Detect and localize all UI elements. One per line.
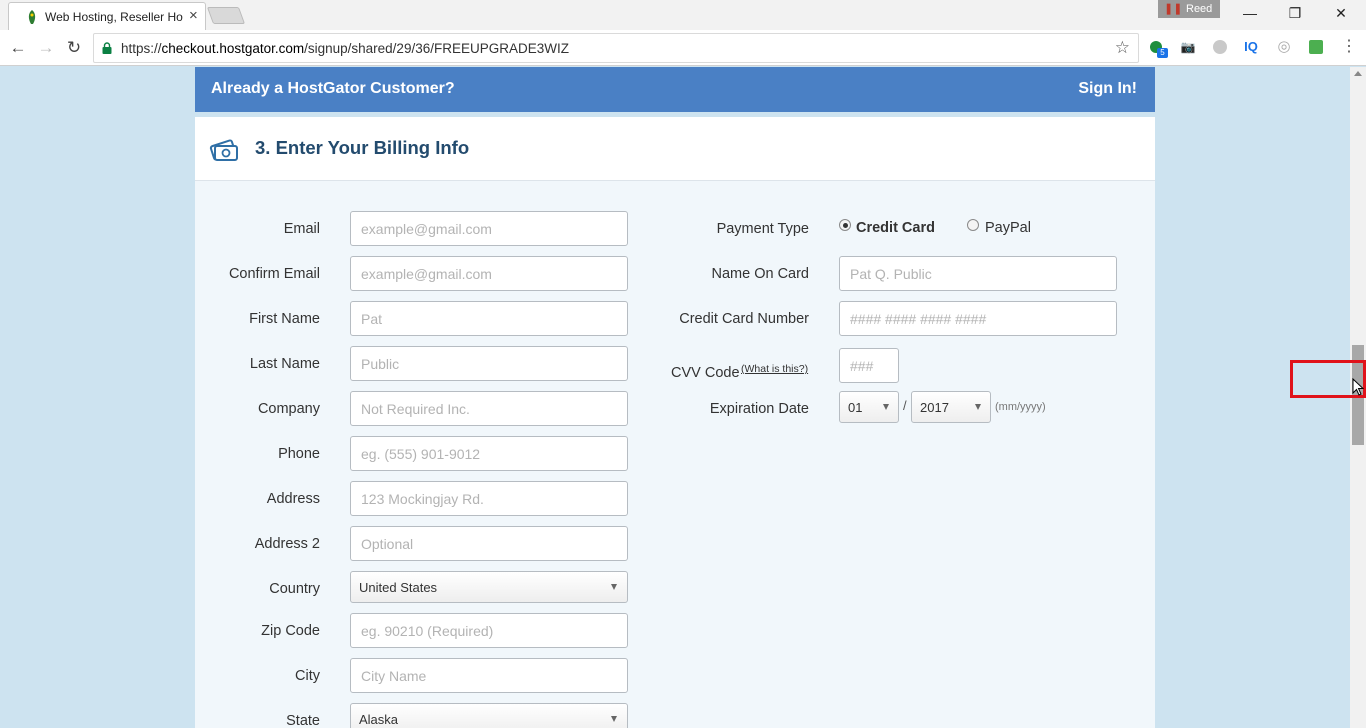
expiration-month-select[interactable]: 01: [839, 391, 899, 423]
address2-field[interactable]: [350, 526, 628, 561]
minimize-button[interactable]: —: [1240, 5, 1260, 21]
hostgator-favicon-icon: [28, 10, 36, 24]
extension-badge: 5: [1157, 48, 1168, 58]
chevron-down-icon: [883, 404, 889, 410]
confirm-email-label: Confirm Email: [228, 266, 320, 282]
card-number-label: Credit Card Number: [679, 311, 809, 327]
company-field[interactable]: [350, 391, 628, 426]
state-select[interactable]: Alaska: [350, 703, 628, 728]
paypal-radio[interactable]: [967, 219, 979, 231]
swirl-icon[interactable]: ◎: [1275, 38, 1293, 56]
country-label: Country: [269, 581, 320, 597]
email-label: Email: [283, 221, 320, 237]
tab-title: Web Hosting, Reseller Ho: [45, 10, 183, 24]
lock-icon: [102, 42, 112, 54]
credit-card-label[interactable]: Credit Card: [856, 220, 935, 236]
mouse-cursor-icon: [1352, 378, 1364, 396]
billing-form: Email Confirm Email First Name Last Name…: [195, 181, 1155, 728]
address-bar[interactable]: https://checkout.hostgator.com/signup/sh…: [93, 33, 1139, 63]
url-path: /signup/shared/29/36/FREEUPGRADE3WIZ: [304, 41, 569, 56]
chevron-down-icon: [975, 404, 981, 410]
zip-code-field[interactable]: [350, 613, 628, 648]
browser-titlebar: Web Hosting, Reseller Ho × ❚❚ Reed — ❐ ✕: [0, 0, 1366, 30]
green-badge-icon[interactable]: 5: [1147, 38, 1168, 58]
reload-icon[interactable]: ↻: [64, 38, 84, 58]
iq-icon[interactable]: IQ: [1242, 38, 1260, 56]
email-field[interactable]: [350, 211, 628, 246]
billing-cash-icon: [209, 139, 238, 161]
payment-type-label: Payment Type: [716, 221, 809, 237]
browser-tab[interactable]: Web Hosting, Reseller Ho ×: [8, 2, 206, 30]
confirm-email-field[interactable]: [350, 256, 628, 291]
sign-in-link[interactable]: Sign In!: [1078, 80, 1137, 98]
cvv-help-link[interactable]: (What is this?): [741, 363, 808, 375]
paypal-label[interactable]: PayPal: [985, 220, 1031, 236]
date-separator: /: [903, 398, 907, 413]
cvv-label: CVV Code: [671, 365, 740, 381]
billing-section-header: 3. Enter Your Billing Info: [195, 117, 1155, 181]
first-name-field[interactable]: [350, 301, 628, 336]
name-on-card-field[interactable]: [839, 256, 1117, 291]
restore-button[interactable]: ❐: [1285, 5, 1305, 22]
url-prefix: https://: [121, 41, 162, 56]
zip-code-label: Zip Code: [261, 623, 320, 639]
url-text: https://checkout.hostgator.com/signup/sh…: [121, 41, 569, 56]
credit-card-radio[interactable]: [839, 219, 851, 231]
customer-prompt: Already a HostGator Customer?: [211, 80, 455, 97]
forward-icon[interactable]: →: [36, 38, 56, 58]
address2-label: Address 2: [254, 536, 320, 552]
browser-toolbar: ← → ↻ https://checkout.hostgator.com/sig…: [0, 30, 1366, 66]
chevron-down-icon: [611, 716, 617, 722]
existing-customer-bar: Already a HostGator Customer? Sign In!: [195, 67, 1155, 112]
pause-icon: ❚❚: [1164, 3, 1183, 15]
first-name-label: First Name: [249, 311, 320, 327]
country-select[interactable]: United States: [350, 571, 628, 603]
card-number-field[interactable]: [839, 301, 1117, 336]
camera-icon[interactable]: 📷: [1179, 38, 1197, 56]
profile-name: Reed: [1186, 3, 1213, 15]
state-label: State: [286, 713, 320, 728]
last-name-field[interactable]: [350, 346, 628, 381]
country-value: United States: [359, 580, 438, 595]
close-window-button[interactable]: ✕: [1331, 5, 1351, 22]
gray-extension-icon[interactable]: [1211, 38, 1229, 56]
date-format-hint: (mm/yyyy): [995, 401, 1046, 413]
tab-close-icon[interactable]: ×: [189, 7, 198, 24]
chevron-down-icon: [611, 584, 617, 590]
profile-button[interactable]: ❚❚ Reed: [1158, 0, 1220, 18]
section-title: 3. Enter Your Billing Info: [255, 137, 470, 158]
expiration-label: Expiration Date: [709, 401, 809, 417]
city-field[interactable]: [350, 658, 628, 693]
expiration-year-value: 2017: [920, 400, 949, 415]
new-tab-button[interactable]: [206, 7, 246, 24]
url-host: checkout.hostgator.com: [161, 41, 305, 56]
back-icon[interactable]: ←: [8, 38, 28, 58]
menu-icon[interactable]: ⋮: [1340, 38, 1358, 56]
page-viewport: Already a HostGator Customer? Sign In! 3…: [0, 67, 1350, 728]
expiration-month-value: 01: [848, 400, 863, 415]
name-on-card-label: Name On Card: [711, 266, 809, 282]
address-label: Address: [266, 491, 320, 507]
bookmark-star-icon[interactable]: ☆: [1115, 38, 1130, 58]
phone-field[interactable]: [350, 436, 628, 471]
company-label: Company: [257, 401, 320, 417]
phone-label: Phone: [278, 446, 320, 462]
expiration-year-select[interactable]: 2017: [911, 391, 991, 423]
last-name-label: Last Name: [249, 356, 320, 372]
address-field[interactable]: [350, 481, 628, 516]
green-square-icon[interactable]: [1307, 38, 1325, 56]
state-value: Alaska: [359, 712, 399, 727]
city-label: City: [295, 668, 320, 684]
scroll-up-icon[interactable]: [1354, 71, 1362, 76]
cvv-field[interactable]: [839, 348, 899, 383]
